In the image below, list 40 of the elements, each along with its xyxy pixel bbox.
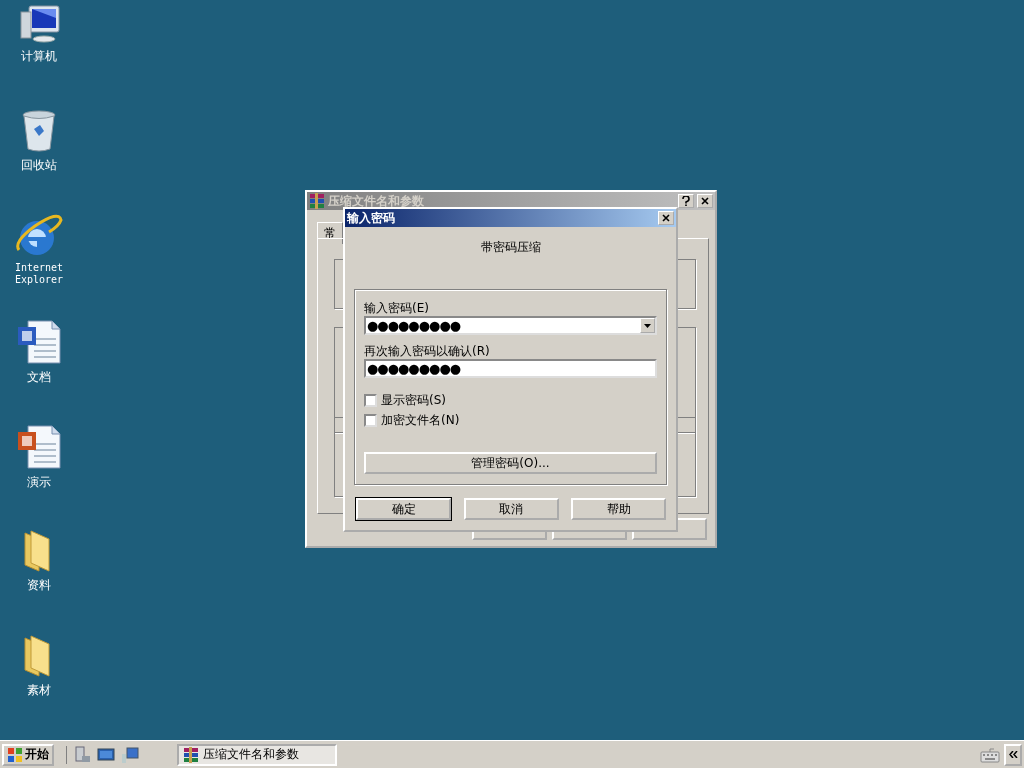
dialog-button[interactable]: 取消	[463, 498, 559, 520]
monitor-icon[interactable]	[121, 745, 139, 764]
icon-label: 素材	[27, 682, 51, 699]
archive-icon	[183, 746, 199, 763]
manage-passwords-button[interactable]: 管理密码(O)...	[364, 452, 657, 474]
icon-label: Internet Explorer	[13, 262, 65, 286]
field-label: 再次输入密码以确认(R)	[364, 343, 491, 359]
icon-label: 计算机	[21, 48, 57, 65]
tab[interactable]: 常	[317, 222, 343, 244]
slides-document-icon	[16, 424, 62, 470]
word-document-icon	[16, 319, 62, 365]
close-icon	[662, 214, 670, 222]
dialog-button[interactable]: 确定	[356, 498, 451, 520]
icon-label: 回收站	[21, 157, 57, 174]
password-combo-box[interactable]: ●●●●●●●●●	[364, 316, 657, 335]
dialog-title: 输入密码	[347, 209, 396, 227]
password-input-field[interactable]: ●●●●●●●●●	[364, 359, 657, 378]
icon-label: 演示	[27, 474, 51, 491]
globe-e-icon	[15, 214, 63, 258]
computer-icon	[17, 4, 61, 44]
show-hidden-icons-button[interactable]	[1004, 743, 1022, 766]
start-button[interactable]: 开始	[2, 743, 54, 766]
windows-logo-icon	[7, 746, 23, 763]
checkbox[interactable]	[364, 393, 377, 407]
window-title: 压缩文件名和参数	[328, 192, 425, 210]
desktop-screen-icon[interactable]	[97, 745, 115, 764]
taskbar-button[interactable]: 压缩文件名和参数	[177, 743, 337, 766]
dialog-button[interactable]: 帮助	[571, 498, 666, 520]
field-label: 输入密码(E)	[364, 300, 430, 316]
checkbox[interactable]	[364, 413, 377, 427]
checkbox-label: 显示密码(S)	[381, 391, 446, 409]
chevron-icon	[1008, 751, 1018, 758]
icon-label: 资料	[27, 577, 51, 594]
archive-icon	[309, 193, 325, 209]
close-button[interactable]	[658, 211, 674, 225]
icon-label: 文档	[27, 369, 51, 386]
dialog-heading: 带密码压缩	[480, 240, 541, 254]
close-icon	[701, 197, 709, 205]
checkbox-label: 加密文件名(N)	[381, 411, 460, 429]
help-icon	[682, 196, 690, 206]
